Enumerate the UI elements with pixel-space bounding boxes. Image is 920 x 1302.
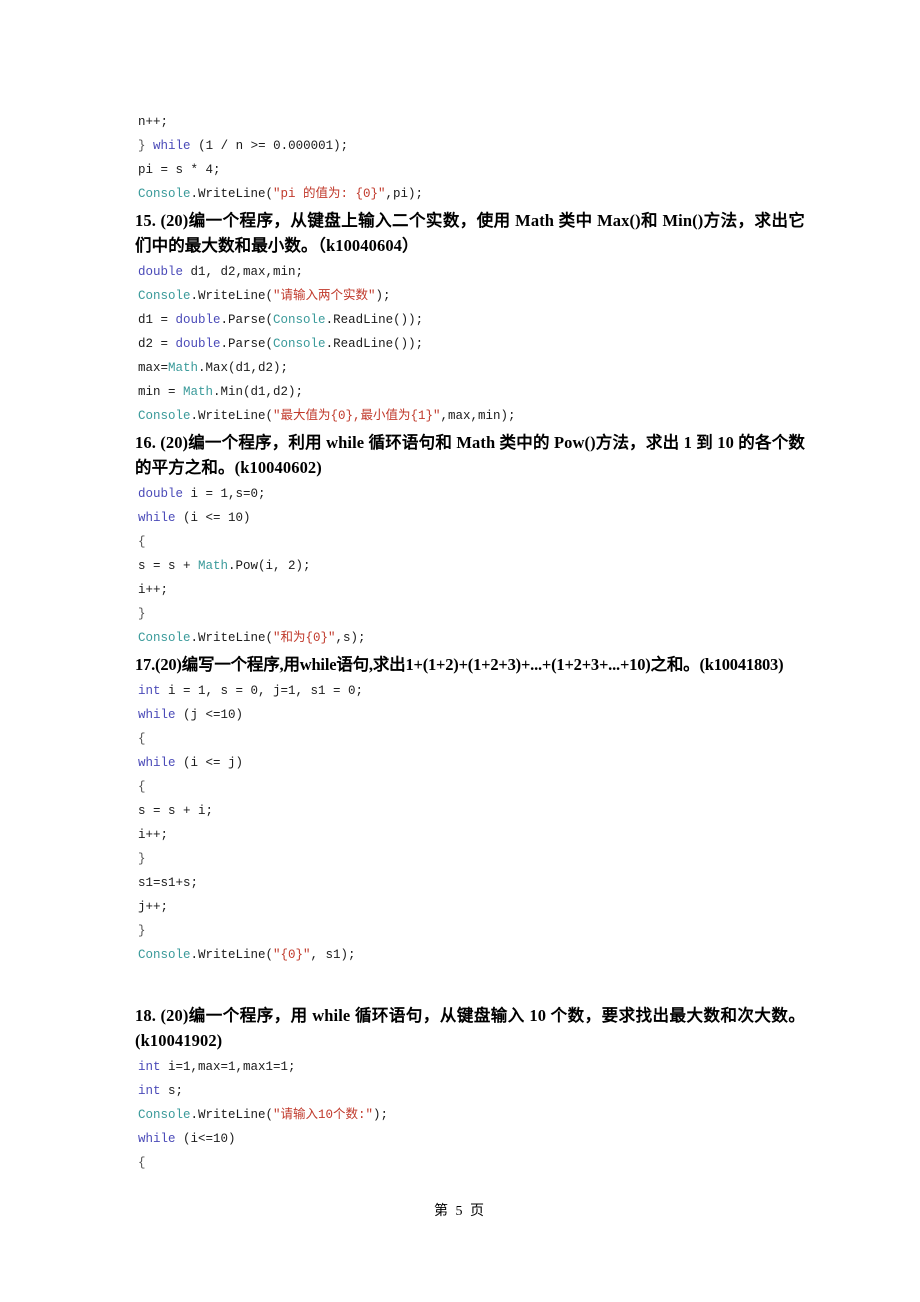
class-console: Console: [138, 948, 191, 962]
code-line: while (j <=10): [138, 708, 244, 722]
code-line: {: [135, 727, 805, 751]
code-line: i++;: [135, 823, 805, 847]
page-content: n++; } while (1 / n >= 0.000001); pi = s…: [135, 110, 805, 1175]
code-text: {: [138, 1156, 146, 1170]
keyword-while: while: [138, 1132, 176, 1146]
class-math: Math: [198, 559, 229, 573]
class-console: Console: [138, 187, 191, 201]
code-line: int i=1,max=1,max1=1;: [138, 1060, 296, 1074]
code-line: }: [135, 847, 805, 871]
code-line: s = s + i;: [135, 799, 805, 823]
code-line: Console.WriteLine("和为{0}",s);: [138, 631, 366, 645]
code-line: s1=s1+s;: [135, 871, 805, 895]
page-footer: 第 5 页: [434, 1204, 486, 1219]
document-page: n++; } while (1 / n >= 0.000001); pi = s…: [0, 0, 920, 1302]
question-heading-17: 17.(20)编写一个程序,用while语句,求出1+(1+2)+(1+2+3)…: [135, 655, 784, 674]
code-line: Console.WriteLine("请输入两个实数");: [138, 289, 391, 303]
keyword-int: int: [138, 1060, 161, 1074]
keyword-while: while: [138, 511, 176, 525]
keyword-int: int: [138, 684, 161, 698]
class-console: Console: [138, 409, 191, 423]
code-line: }: [135, 602, 805, 626]
code-line: max=Math.Max(d1,d2);: [138, 361, 289, 375]
code-line: while (i <= 10): [138, 511, 251, 525]
code-line: double i = 1,s=0;: [138, 487, 266, 501]
question-heading-15: 15. (20)编一个程序，从键盘上输入二个实数，使用 Math 类中 Max(…: [135, 211, 805, 255]
code-text: }: [138, 924, 146, 938]
code-line: int s;: [138, 1084, 184, 1098]
code-line: Console.WriteLine("pi 的值为: {0}",pi);: [138, 187, 424, 201]
keyword-int: int: [138, 1084, 161, 1098]
code-line: n++;: [135, 110, 805, 134]
code-text: }: [138, 852, 146, 866]
code-line: int i = 1, s = 0, j=1, s1 = 0;: [138, 684, 364, 698]
code-line: while (i <= j): [138, 756, 244, 770]
keyword-double: double: [138, 487, 184, 501]
code-text: {: [138, 732, 146, 746]
code-line: s = s + Math.Pow(i, 2);: [138, 559, 311, 573]
code-text: i++;: [138, 583, 169, 597]
keyword-while: while: [138, 708, 176, 722]
code-text: i++;: [138, 828, 169, 842]
code-text: {: [138, 780, 146, 794]
code-text: }: [138, 607, 146, 621]
class-console: Console: [138, 631, 191, 645]
code-line: pi = s * 4;: [135, 158, 805, 182]
code-line: double d1, d2,max,min;: [138, 265, 304, 279]
question-heading-18: 18. (20)编一个程序，用 while 循环语句，从键盘输入 10 个数，要…: [135, 1006, 805, 1050]
code-line: } while (1 / n >= 0.000001);: [138, 139, 349, 153]
code-line: i++;: [135, 578, 805, 602]
keyword-while: while: [138, 756, 176, 770]
question-heading-16: 16. (20)编一个程序，利用 while 循环语句和 Math 类中的 Po…: [135, 433, 805, 477]
code-text: {: [138, 535, 146, 549]
code-line: Console.WriteLine("{0}", s1);: [138, 948, 356, 962]
code-line: Console.WriteLine("请输入10个数:");: [138, 1108, 389, 1122]
code-line: min = Math.Min(d1,d2);: [138, 385, 304, 399]
code-line: while (i<=10): [138, 1132, 236, 1146]
code-text: n++;: [138, 115, 169, 129]
code-text: j++;: [138, 900, 169, 914]
code-line: {: [135, 530, 805, 554]
code-text: pi = s * 4;: [138, 163, 221, 177]
code-line: d2 = double.Parse(Console.ReadLine());: [138, 337, 424, 351]
keyword-double: double: [138, 265, 184, 279]
code-line: }: [135, 919, 805, 943]
class-console: Console: [138, 1108, 191, 1122]
code-line: {: [135, 1151, 805, 1175]
code-line: Console.WriteLine("最大值为{0},最小值为{1}",max,…: [138, 409, 516, 423]
code-line: {: [135, 775, 805, 799]
code-line: j++;: [135, 895, 805, 919]
code-text: s = s + i;: [138, 804, 214, 818]
code-line: d1 = double.Parse(Console.ReadLine());: [138, 313, 424, 327]
code-text: s1=s1+s;: [138, 876, 199, 890]
class-math: Math: [168, 361, 199, 375]
keyword-while: while: [153, 139, 191, 153]
class-console: Console: [138, 289, 191, 303]
class-math: Math: [183, 385, 214, 399]
